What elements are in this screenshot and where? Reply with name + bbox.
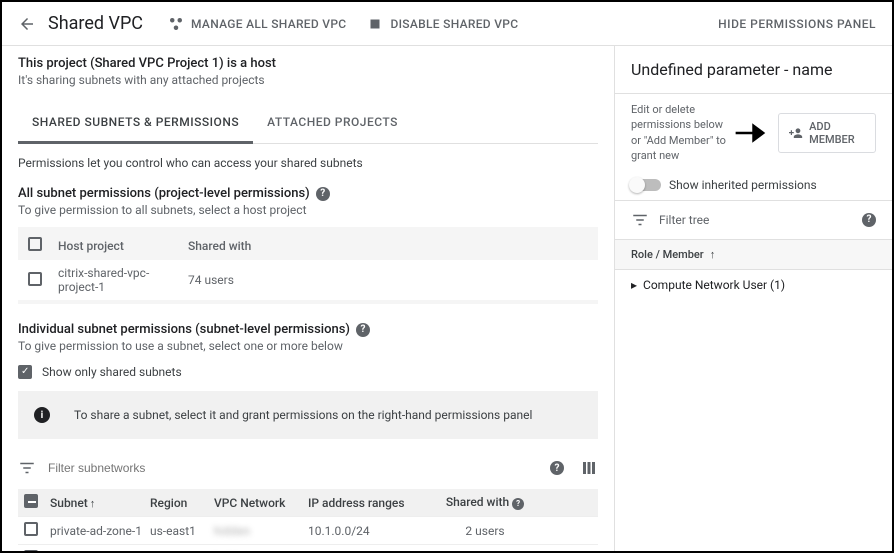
cell-subnet: private-ad-zone-1	[50, 524, 150, 538]
host-shared-count: 74 users	[188, 273, 588, 287]
indiv-sub: To give permission to use a subnet, sele…	[18, 339, 598, 353]
filter-icon[interactable]	[18, 459, 36, 477]
page-title: Shared VPC	[48, 13, 143, 34]
col-ip-ranges[interactable]: IP address ranges	[308, 496, 428, 510]
add-member-label: ADD MEMBER	[809, 120, 865, 146]
sort-up-icon: ↑	[710, 248, 716, 261]
filter-tree-label[interactable]: Filter tree	[659, 213, 852, 227]
row-checkbox[interactable]	[24, 522, 38, 536]
inherited-label: Show inherited permissions	[669, 178, 817, 192]
help-icon[interactable]: ?	[550, 461, 564, 475]
host-checkbox[interactable]	[28, 272, 42, 286]
project-host-sub: It's sharing subnets with any attached p…	[18, 73, 598, 87]
col-subnet[interactable]: Subnet	[50, 496, 88, 510]
subnet-checkbox-all[interactable]	[24, 494, 38, 508]
help-icon[interactable]: ?	[862, 213, 876, 227]
permissions-desc: Permissions let you control who can acce…	[18, 156, 598, 170]
tab-attached-projects[interactable]: ATTACHED PROJECTS	[253, 105, 412, 143]
manage-label: MANAGE ALL SHARED VPC	[191, 17, 346, 31]
host-checkbox-all[interactable]	[28, 237, 42, 251]
filter-icon[interactable]	[631, 211, 649, 229]
banner-text: To share a subnet, select it and grant p…	[74, 408, 532, 422]
sort-up-icon: ↑	[90, 497, 96, 510]
cell-ip: 10.1.0.0/24	[308, 524, 428, 538]
add-person-icon	[789, 124, 803, 142]
project-host-title: This project (Shared VPC Project 1) is a…	[18, 56, 598, 71]
help-icon[interactable]: ?	[316, 187, 330, 201]
col-shared-with[interactable]: Shared with	[446, 495, 509, 509]
col-host-project: Host project	[58, 239, 188, 253]
annotation-arrow	[734, 120, 771, 146]
manage-shared-vpc-button[interactable]: MANAGE ALL SHARED VPC	[167, 15, 346, 33]
role-header[interactable]: Role / Member	[631, 248, 704, 261]
table-row[interactable]: private-ad-zone-2us-east1hidden10.2.0.0/…	[18, 544, 598, 551]
row-checkbox[interactable]	[24, 550, 38, 551]
disable-shared-vpc-button[interactable]: DISABLE SHARED VPC	[366, 15, 518, 33]
col-vpc-network[interactable]: VPC Network	[214, 496, 308, 510]
filter-input[interactable]	[46, 460, 540, 476]
all-subnet-title: All subnet permissions (project-level pe…	[18, 186, 310, 201]
manage-icon	[167, 15, 185, 33]
cell-vpc-network: hidden	[214, 524, 308, 538]
col-region[interactable]: Region	[150, 496, 214, 510]
hide-permissions-button[interactable]: HIDE PERMISSIONS PANEL	[718, 17, 876, 31]
add-member-button[interactable]: ADD MEMBER	[778, 113, 876, 153]
disable-label: DISABLE SHARED VPC	[390, 17, 518, 31]
panel-hint: Edit or delete permissions below or "Add…	[631, 102, 728, 164]
host-project-name: citrix-shared-vpc-project-1	[58, 266, 188, 294]
back-arrow-icon[interactable]	[18, 15, 36, 33]
col-shared-with: Shared with	[188, 239, 588, 253]
panel-title: Undefined parameter - name	[615, 46, 892, 93]
expand-caret-icon: ▸	[631, 278, 637, 292]
table-row[interactable]: private-ad-zone-1us-east1hidden10.1.0.0/…	[18, 516, 598, 544]
help-icon[interactable]: ?	[512, 498, 524, 510]
show-shared-checkbox[interactable]	[18, 365, 32, 379]
help-icon[interactable]: ?	[356, 323, 370, 337]
show-shared-label: Show only shared subnets	[42, 365, 182, 379]
role-item-label: Compute Network User (1)	[643, 278, 785, 292]
info-icon: i	[34, 407, 50, 423]
role-item[interactable]: ▸ Compute Network User (1)	[615, 270, 892, 300]
stop-icon	[366, 15, 384, 33]
subnet-table: Subnet↑ Region VPC Network IP address ra…	[18, 489, 598, 551]
columns-icon[interactable]	[580, 459, 598, 477]
cell-shared[interactable]: 2 users	[428, 524, 542, 538]
all-subnet-sub: To give permission to all subnets, selec…	[18, 203, 598, 217]
cell-region: us-east1	[150, 524, 214, 538]
indiv-title: Individual subnet permissions (subnet-le…	[18, 322, 350, 337]
tab-shared-subnets[interactable]: SHARED SUBNETS & PERMISSIONS	[18, 105, 253, 144]
host-project-table: Host project Shared with citrix-shared-v…	[18, 227, 598, 304]
inherited-toggle[interactable]	[631, 179, 661, 191]
